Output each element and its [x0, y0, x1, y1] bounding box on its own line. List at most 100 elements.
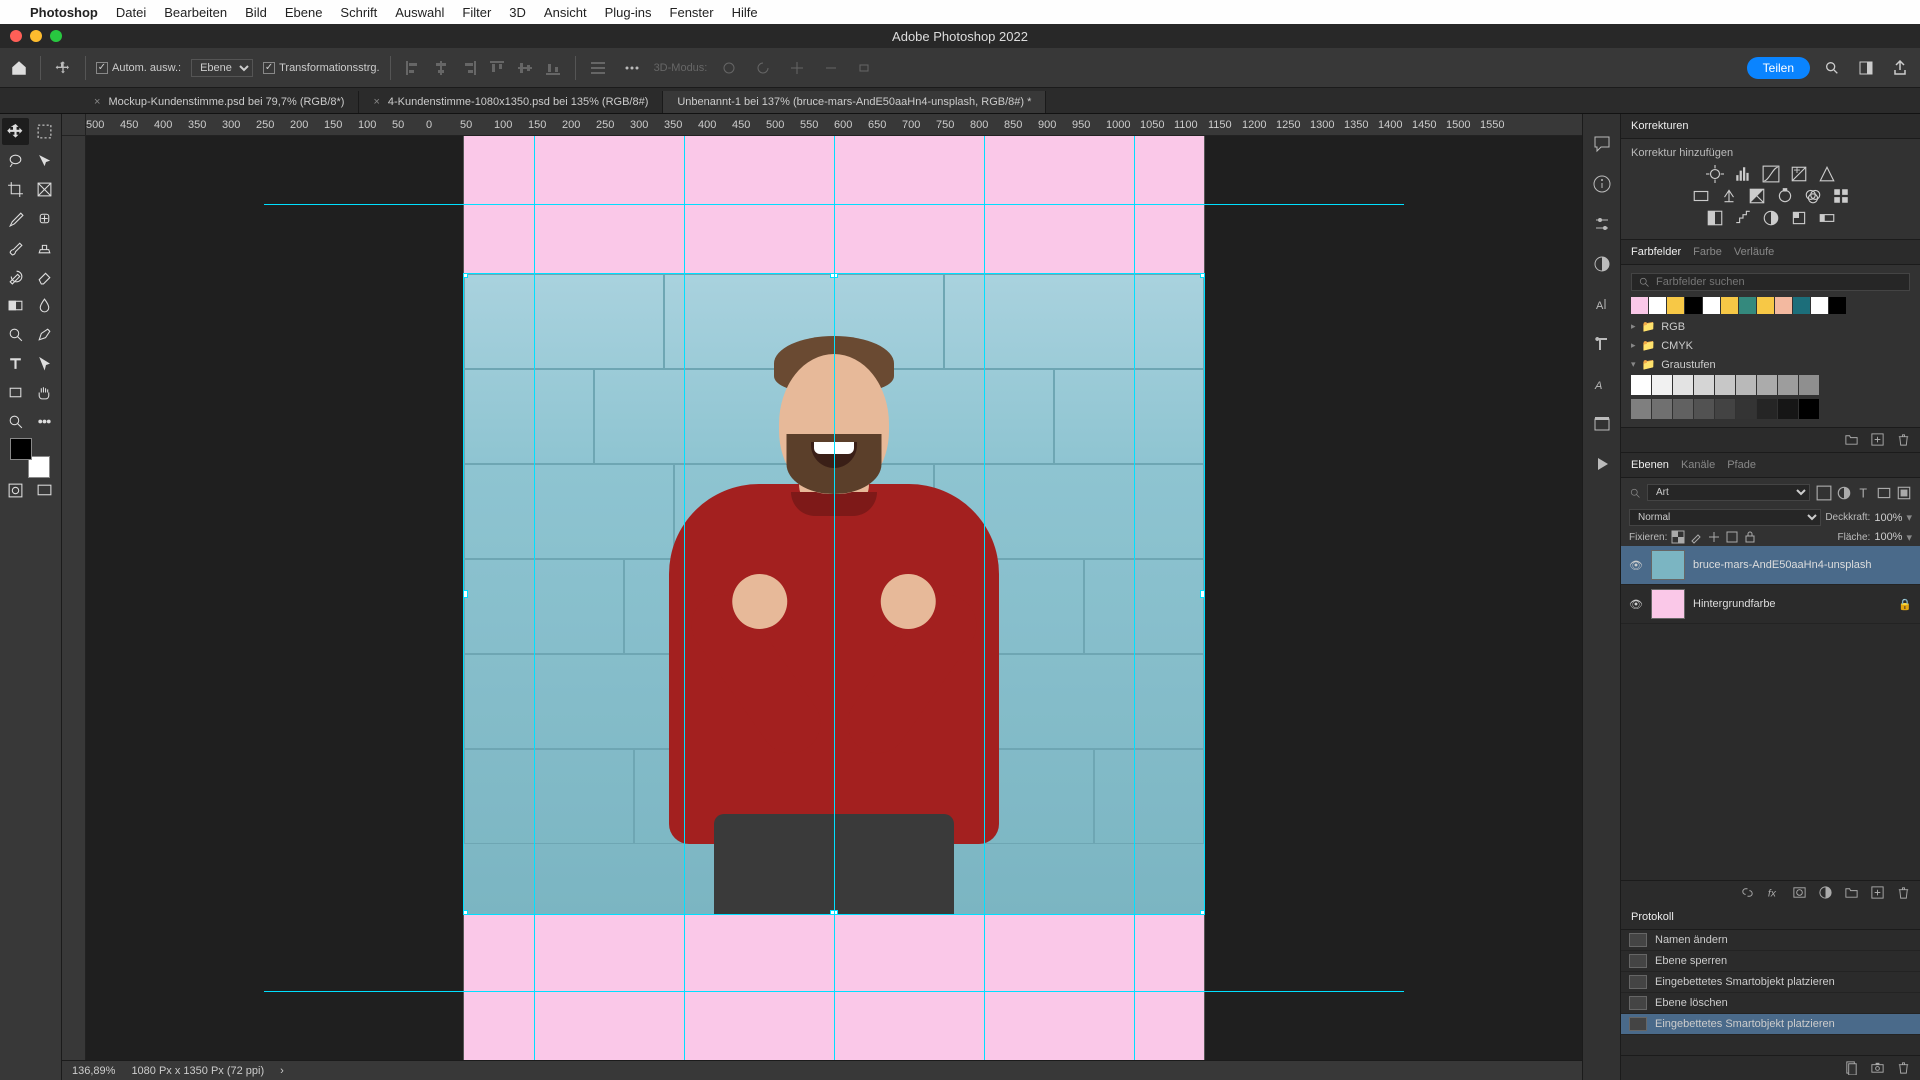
layer-name[interactable]: Hintergrundfarbe: [1693, 598, 1776, 610]
swatch[interactable]: [1778, 375, 1798, 395]
history-state[interactable]: Ebene sperren: [1621, 951, 1920, 972]
quick-mask-icon[interactable]: [2, 477, 29, 504]
channels-tab[interactable]: Kanäle: [1681, 459, 1715, 471]
layer-thumbnail[interactable]: [1651, 589, 1685, 619]
chevron-down-icon[interactable]: ▾: [1906, 511, 1912, 524]
swatches-search-input[interactable]: [1656, 276, 1903, 288]
exposure-icon[interactable]: +: [1789, 165, 1809, 183]
glyphs-panel-icon[interactable]: A: [1592, 374, 1612, 394]
fill-value[interactable]: 100%: [1874, 531, 1902, 543]
link-layers-icon[interactable]: [1740, 885, 1756, 901]
swatch-folder[interactable]: ▾📁Graustufen: [1631, 358, 1910, 371]
swatches-panel-header[interactable]: Farbfelder Farbe Verläufe: [1621, 240, 1920, 265]
swatch[interactable]: [1793, 297, 1810, 314]
layer-row[interactable]: 👁 Hintergrundfarbe 🔒: [1621, 585, 1920, 624]
guide[interactable]: [264, 204, 1404, 205]
guide[interactable]: [264, 991, 1404, 992]
distribute-icon[interactable]: [586, 56, 610, 80]
menu-item[interactable]: Filter: [462, 5, 491, 20]
swatch-folder[interactable]: ▸📁RGB: [1631, 320, 1910, 333]
align-top-icon[interactable]: [485, 56, 509, 80]
info-panel-icon[interactable]: [1592, 174, 1612, 194]
swatch[interactable]: [1757, 375, 1777, 395]
delete-layer-icon[interactable]: [1896, 885, 1912, 901]
swatch[interactable]: [1736, 399, 1756, 419]
zoom-tool-icon[interactable]: [2, 408, 29, 435]
history-brush-tool-icon[interactable]: [2, 263, 29, 290]
align-bottom-icon[interactable]: [541, 56, 565, 80]
paragraph-panel-icon[interactable]: [1592, 334, 1612, 354]
swatch[interactable]: [1631, 297, 1648, 314]
rectangle-tool-icon[interactable]: [2, 379, 29, 406]
menu-item[interactable]: Ansicht: [544, 5, 587, 20]
close-tab-icon[interactable]: ×: [373, 96, 379, 108]
blend-mode-select[interactable]: Normal: [1629, 509, 1821, 526]
move-tool-icon[interactable]: [51, 56, 75, 80]
menu-item[interactable]: Auswahl: [395, 5, 444, 20]
character-panel-icon[interactable]: A: [1592, 294, 1612, 314]
filter-type-icon[interactable]: T: [1856, 485, 1872, 501]
lock-position-icon[interactable]: [1707, 530, 1721, 544]
play-panel-icon[interactable]: [1592, 454, 1612, 474]
menu-item[interactable]: 3D: [509, 5, 526, 20]
history-state[interactable]: Namen ändern: [1621, 930, 1920, 951]
new-swatch-icon[interactable]: [1870, 432, 1886, 448]
mac-menubar[interactable]: Photoshop Datei Bearbeiten Bild Ebene Sc…: [0, 0, 1920, 24]
share-export-icon[interactable]: [1888, 56, 1912, 80]
black-white-icon[interactable]: [1747, 187, 1767, 205]
history-panel-header[interactable]: Protokoll: [1621, 905, 1920, 930]
close-window-icon[interactable]: [10, 30, 22, 42]
window-controls[interactable]: [10, 30, 62, 42]
frame-tool-icon[interactable]: [31, 176, 58, 203]
color-tab[interactable]: Farbe: [1693, 246, 1722, 258]
close-tab-icon[interactable]: ×: [94, 96, 100, 108]
new-adjustment-layer-icon[interactable]: [1818, 885, 1834, 901]
lock-transparency-icon[interactable]: [1671, 530, 1685, 544]
swatch[interactable]: [1811, 297, 1828, 314]
screen-mode-icon[interactable]: [31, 477, 58, 504]
swatch[interactable]: [1715, 399, 1735, 419]
filter-shape-icon[interactable]: [1876, 485, 1892, 501]
menu-item[interactable]: Fenster: [670, 5, 714, 20]
document-dimensions[interactable]: 1080 Px x 1350 Px (72 ppi): [131, 1065, 264, 1077]
layer-name[interactable]: bruce-mars-AndE50aaHn4-unsplash: [1693, 559, 1872, 571]
swatch[interactable]: [1685, 297, 1702, 314]
eraser-tool-icon[interactable]: [31, 263, 58, 290]
swatch[interactable]: [1778, 399, 1798, 419]
transform-handle[interactable]: [1200, 590, 1204, 598]
history-state[interactable]: Eingebettetes Smartobjekt platzieren: [1621, 1014, 1920, 1035]
swatch[interactable]: [1649, 297, 1666, 314]
align-left-icon[interactable]: [401, 56, 425, 80]
swatch[interactable]: [1721, 297, 1738, 314]
layer-row[interactable]: 👁 bruce-mars-AndE50aaHn4-unsplash: [1621, 546, 1920, 585]
transform-controls-checkbox[interactable]: Transformationsstrg.: [263, 62, 379, 74]
swatch[interactable]: [1829, 297, 1846, 314]
move-tool-icon[interactable]: [2, 118, 29, 145]
ruler-origin-icon[interactable]: [62, 114, 86, 136]
canvas-viewport[interactable]: [86, 136, 1582, 1060]
swatch[interactable]: [1799, 375, 1819, 395]
visibility-toggle-icon[interactable]: 👁: [1629, 598, 1643, 611]
blur-tool-icon[interactable]: [31, 292, 58, 319]
swatch[interactable]: [1715, 375, 1735, 395]
swatch[interactable]: [1694, 375, 1714, 395]
horizontal-ruler[interactable]: 5004504003503002502001501005005010015020…: [86, 114, 1582, 136]
layer-filter-kind-select[interactable]: Art: [1647, 484, 1810, 501]
layers-tab[interactable]: Ebenen: [1631, 459, 1669, 471]
selective-color-icon[interactable]: [1789, 209, 1809, 227]
history-state[interactable]: Eingebettetes Smartobjekt platzieren: [1621, 972, 1920, 993]
swatches-tab[interactable]: Farbfelder: [1631, 246, 1681, 258]
color-balance-icon[interactable]: [1719, 187, 1739, 205]
swatch[interactable]: [1652, 375, 1672, 395]
swatch[interactable]: [1757, 399, 1777, 419]
curves-icon[interactable]: [1761, 165, 1781, 183]
swatch[interactable]: [1631, 375, 1651, 395]
comments-panel-icon[interactable]: [1592, 134, 1612, 154]
photo-filter-icon[interactable]: [1775, 187, 1795, 205]
swatches-search[interactable]: [1631, 273, 1910, 291]
menu-item[interactable]: Bild: [245, 5, 267, 20]
delete-swatch-icon[interactable]: [1896, 432, 1912, 448]
posterize-icon[interactable]: [1733, 209, 1753, 227]
swatch[interactable]: [1703, 297, 1720, 314]
lock-icon[interactable]: 🔒: [1898, 598, 1912, 611]
